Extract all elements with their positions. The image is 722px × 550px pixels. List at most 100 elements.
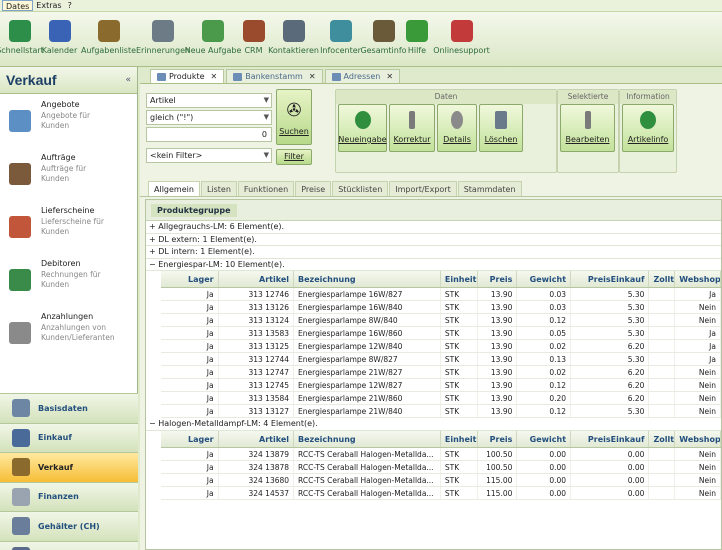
search-button[interactable]: ✇ Suchen (276, 89, 312, 145)
pencil-icon (584, 111, 591, 129)
table-row[interactable]: Ja 324 13878 RCC-TS Ceraball Halogen-Metal… (161, 460, 721, 474)
column-header-artikel[interactable]: Artikel (219, 430, 295, 447)
group-row[interactable]: + DL extern: 1 Element(e). (146, 234, 721, 246)
details-button[interactable]: Details (437, 104, 477, 152)
nav-basisdaten[interactable]: Basisdaten (0, 393, 138, 423)
trash-icon (495, 111, 507, 129)
column-header-artikel[interactable]: Artikel (219, 271, 295, 287)
cell-lager: Ja (161, 314, 219, 326)
table-row[interactable]: Ja 313 12744 Energiesparlampe 8W/827 STK 13.… (161, 353, 721, 366)
toolbar-infocenter-button[interactable]: Infocenter (318, 12, 363, 67)
table-row[interactable]: Ja 313 13126 Energiesparlampe 16W/840 STK 13… (161, 301, 721, 314)
sidebar-item-auftrage[interactable]: Aufträge Aufträge für Kunden (0, 147, 137, 200)
column-header-preiseinkauf[interactable]: PreisEinkauf (571, 430, 650, 447)
saved-filter-select[interactable]: <kein Filter> ▼ (146, 148, 272, 163)
table-row[interactable]: Ja 313 13584 Energiesparlampe 21W/860 STK 13… (161, 392, 721, 405)
toolbar-schnellstart-button[interactable]: Schnellstart (0, 12, 44, 67)
nav-einkauf[interactable]: Einkauf (0, 422, 138, 452)
document-tab-icon (331, 72, 341, 81)
cell-lager: Ja (161, 366, 219, 378)
filter-field-select[interactable]: Artikel ▼ (146, 93, 272, 108)
group-by-chip[interactable]: Produktegruppe (151, 203, 237, 217)
collapse-icon[interactable]: « (125, 75, 131, 85)
table-row[interactable]: Ja 324 14537 RCC-TS Ceraball Halogen-Metal… (161, 486, 721, 500)
toolbar-neue-aufgabe-button[interactable]: Neue Aufgabe (185, 12, 241, 67)
close-icon[interactable]: ✕ (386, 72, 393, 81)
column-header-preis[interactable]: Preis (478, 430, 518, 447)
subtab-stucklisten[interactable]: Stücklisten (332, 181, 389, 196)
column-header-preis[interactable]: Preis (478, 271, 518, 287)
column-header-bezeichnung[interactable]: Bezeichnung (294, 271, 441, 287)
cell-artikel: 324 13680 (219, 473, 295, 486)
edit-selected-button[interactable]: Bearbeiten (560, 104, 615, 152)
nav-finanzen[interactable]: Finanzen (0, 481, 138, 511)
artikelinfo-button[interactable]: Artikelinfo (622, 104, 674, 152)
filter-value-input[interactable]: 0 (146, 127, 272, 142)
column-header-preiseinkauf[interactable]: PreisEinkauf (571, 271, 650, 287)
nav-dim[interactable]: DIM (0, 540, 138, 550)
cell-bezeichnung: Energiesparlampe 8W/827 (294, 353, 441, 365)
column-header-einheit[interactable]: Einheit (441, 430, 478, 447)
close-icon[interactable]: ✕ (211, 72, 218, 81)
toolbar-onlinesupport-button[interactable]: Onlinesupport (430, 12, 493, 67)
tab-adressen[interactable]: Adressen ✕ (324, 69, 401, 83)
nav-verkauf[interactable]: Verkauf (0, 452, 138, 482)
toolbar-kontaktieren-button[interactable]: Kontaktieren (268, 12, 319, 67)
group-row[interactable]: − Energiespar-LM: 10 Element(e). (146, 259, 721, 271)
table-row[interactable]: Ja 313 12746 Energiesparlampe 16W/827 STK 13… (161, 288, 721, 301)
toolbar-erinnerungen-button[interactable]: Erinnerungen (136, 12, 190, 67)
column-header-lager[interactable]: Lager (161, 430, 219, 447)
menu-extras[interactable]: Extras (33, 0, 64, 11)
nav-gehalter-ch[interactable]: Gehälter (CH) (0, 511, 138, 541)
subtab-funktionen[interactable]: Funktionen (237, 181, 295, 196)
subtab-preise[interactable]: Preise (295, 181, 332, 196)
cell-bezeichnung: Energiesparlampe 21W/860 (294, 392, 441, 404)
cell-gewicht: 0.13 (517, 353, 572, 365)
sidebar-item-angebote[interactable]: Angebote Angebote für Kunden (0, 94, 137, 147)
column-header-einheit[interactable]: Einheit (441, 271, 478, 287)
toolbar-hilfe-button[interactable]: Hilfe (404, 12, 430, 67)
menu-help[interactable]: ? (65, 0, 75, 11)
toolbar-crm-button[interactable]: CRM (238, 12, 269, 67)
toolbar-aufgabenliste-button[interactable]: Aufgabenliste (79, 12, 138, 67)
toolbar-gesamtinfo-button[interactable]: Gesamtinfo (360, 12, 407, 67)
column-header-zollta[interactable]: Zollta (649, 430, 676, 447)
table-row[interactable]: Ja 313 13583 Energiesparlampe 16W/860 STK 13… (161, 327, 721, 340)
column-header-gewicht[interactable]: Gewicht (517, 271, 572, 287)
table-row[interactable]: Ja 313 13124 Energiesparlampe 8W/840 STK 13.… (161, 314, 721, 327)
table-row[interactable]: Ja 313 12745 Energiesparlampe 12W/827 STK 13… (161, 379, 721, 392)
tab-bankenstamm[interactable]: Bankenstamm ✕ (226, 69, 323, 83)
subtab-import-export[interactable]: Import/Export (389, 181, 457, 196)
subtab-listen[interactable]: Listen (200, 181, 237, 196)
column-header-lager[interactable]: Lager (161, 271, 219, 287)
clock-icon (152, 20, 174, 42)
column-header-bezeichnung[interactable]: Bezeichnung (294, 430, 441, 447)
new-task-icon (202, 20, 224, 42)
close-icon[interactable]: ✕ (309, 72, 316, 81)
filter-button[interactable]: Filter (276, 149, 312, 165)
filter-operator-select[interactable]: gleich ("!") ▼ (146, 110, 272, 125)
column-header-zollta[interactable]: Zollta (649, 271, 676, 287)
sidebar-item-anzahlungen[interactable]: Anzahlungen Anzahlungen von Kunden/Liefera… (0, 306, 137, 359)
korrektur-button[interactable]: Korrektur (389, 104, 435, 152)
table-row[interactable]: Ja 324 13680 RCC-TS Ceraball Halogen-Metal… (161, 473, 721, 487)
toolbar-kalender-button[interactable]: Kalender (40, 12, 79, 67)
column-header-webshop[interactable]: Webshop (675, 430, 721, 447)
table-row[interactable]: Ja 313 13125 Energiesparlampe 12W/840 STK 13… (161, 340, 721, 353)
group-row[interactable]: − Halogen-Metalldampf-LM: 4 Element(e). (146, 418, 721, 431)
table-row[interactable]: Ja 313 13127 Energiesparlampe 21W/840 STK 13… (161, 405, 721, 418)
delete-button[interactable]: Löschen (479, 104, 523, 152)
sidebar-item-debitoren[interactable]: Debitoren Rechnungen für Kunden (0, 253, 137, 306)
sidebar-item-lieferscheine[interactable]: Lieferscheine Lieferscheine für Kunden (0, 200, 137, 253)
table-row[interactable]: Ja 313 12747 Energiesparlampe 21W/827 STK 13… (161, 366, 721, 379)
column-header-webshop[interactable]: Webshop (675, 271, 721, 287)
table-row[interactable]: Ja 324 13879 RCC-TS Ceraball Halogen-Metal… (161, 447, 721, 461)
subtab-stammdaten[interactable]: Stammdaten (457, 181, 522, 196)
tab-produkte[interactable]: Produkte ✕ (150, 69, 225, 83)
menu-dates[interactable]: Dates (2, 0, 34, 11)
column-header-gewicht[interactable]: Gewicht (517, 430, 572, 447)
neueingabe-button[interactable]: Neueingabe (338, 104, 387, 152)
subtab-allgemein[interactable]: Allgemein (148, 181, 200, 196)
group-row[interactable]: + DL intern: 1 Element(e). (146, 246, 721, 259)
group-row[interactable]: + Allgegrauchs-LM: 6 Element(e). (146, 221, 721, 234)
